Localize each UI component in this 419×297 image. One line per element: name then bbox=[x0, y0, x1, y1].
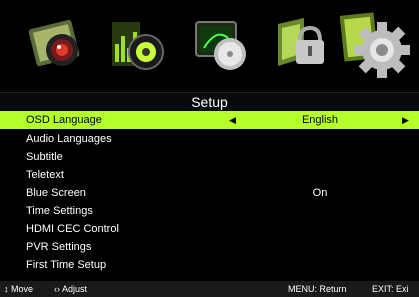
menu-item-label: Time Settings bbox=[26, 205, 93, 217]
menu-item-label: Blue Screen bbox=[26, 187, 86, 199]
menu-item-blue-screen[interactable]: Blue Screen On bbox=[0, 184, 419, 202]
menu-item-hdmi-cec-control[interactable]: HDMI CEC Control bbox=[0, 220, 419, 238]
main-menu-icon-bar bbox=[0, 0, 419, 92]
menu-item-label: HDMI CEC Control bbox=[26, 223, 119, 235]
title-bar: Setup bbox=[0, 92, 419, 112]
menu-return-hint: MENU: Return bbox=[288, 284, 347, 294]
sound-icon[interactable] bbox=[108, 14, 170, 76]
picture-icon[interactable] bbox=[28, 14, 90, 76]
menu-item-label: Subtitle bbox=[26, 151, 63, 163]
menu-item-osd-language[interactable]: OSD Language ◀ English ▶ bbox=[0, 111, 419, 129]
setup-icon[interactable] bbox=[340, 8, 414, 82]
menu-item-subtitle[interactable]: Subtitle bbox=[0, 148, 419, 166]
adjust-hint: ‹› Adjust bbox=[54, 284, 88, 294]
menu-item-time-settings[interactable]: Time Settings bbox=[0, 202, 419, 220]
page-title: Setup bbox=[191, 94, 228, 110]
menu-item-value: English bbox=[301, 114, 339, 126]
channel-icon[interactable] bbox=[190, 14, 252, 76]
lock-icon[interactable] bbox=[270, 14, 332, 76]
menu-item-audio-languages[interactable]: Audio Languages bbox=[0, 130, 419, 148]
menu-item-label: PVR Settings bbox=[26, 241, 92, 253]
menu-item-teletext[interactable]: Teletext bbox=[0, 166, 419, 184]
menu-item-pvr-settings[interactable]: PVR Settings bbox=[0, 238, 419, 256]
arrow-right-icon[interactable]: ▶ bbox=[402, 111, 409, 129]
menu-item-label: OSD Language bbox=[26, 114, 102, 126]
move-hint: ↕ Move bbox=[4, 284, 34, 294]
setup-menu: OSD Language ◀ English ▶ Audio Languages… bbox=[0, 111, 419, 280]
menu-item-label: Audio Languages bbox=[26, 133, 112, 145]
menu-item-label: First Time Setup bbox=[26, 259, 107, 271]
footer-help-bar: ↕ Move ‹› Adjust MENU: Return EXIT: Exi bbox=[0, 281, 419, 297]
arrow-left-icon[interactable]: ◀ bbox=[229, 111, 236, 129]
exit-hint: EXIT: Exi bbox=[372, 284, 409, 294]
menu-item-first-time-setup[interactable]: First Time Setup bbox=[0, 256, 419, 274]
menu-item-value: On bbox=[312, 187, 328, 199]
menu-item-label: Teletext bbox=[26, 169, 64, 181]
